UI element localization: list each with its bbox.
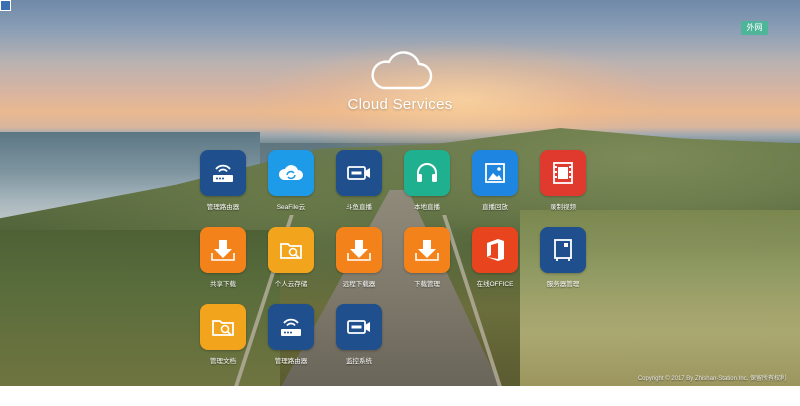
headphones-icon xyxy=(417,163,437,182)
app-label: 直播回放 xyxy=(482,204,508,211)
browser-favicon-icon xyxy=(0,0,11,11)
router-icon xyxy=(213,164,233,182)
app-download-manager[interactable]: 下载管理 xyxy=(396,227,458,288)
app-label: 远程下载器 xyxy=(342,281,376,288)
app-tile xyxy=(404,150,450,196)
video-camera-icon xyxy=(347,320,370,334)
app-monitoring-system[interactable]: 监控系统 xyxy=(328,304,390,365)
app-seafile-cloud[interactable]: SeaFile云 xyxy=(260,150,322,211)
router-icon xyxy=(281,318,301,336)
app-douyu-live[interactable]: 斗鱼直播 xyxy=(328,150,390,211)
cloud-logo-icon xyxy=(371,51,433,90)
video-camera-icon xyxy=(347,166,370,180)
app-manage-router-2[interactable]: 管理路由器 xyxy=(260,304,322,365)
app-label: 本地直播 xyxy=(414,204,440,211)
cloud-sync-icon xyxy=(278,165,303,180)
app-tile xyxy=(200,304,246,350)
app-tile xyxy=(472,150,518,196)
app-label: 共享下载 xyxy=(210,281,236,288)
app-tile xyxy=(540,150,586,196)
app-tile xyxy=(200,150,246,196)
external-network-button[interactable]: 外网 xyxy=(741,21,768,35)
app-label: 个人云存储 xyxy=(274,281,308,288)
app-personal-cloud-storage[interactable]: 个人云存储 xyxy=(260,227,322,288)
download-icon xyxy=(347,240,371,261)
app-label: 管理路由器 xyxy=(206,204,240,211)
app-tile xyxy=(200,227,246,273)
app-label: 服务器管理 xyxy=(546,281,580,288)
app-label: 管理文档 xyxy=(210,358,236,365)
copyright-text: Copyright © 2017 By Zhishan-Station Inc.… xyxy=(637,376,786,382)
app-tile xyxy=(268,150,314,196)
page-title: Cloud Services xyxy=(347,96,453,113)
film-icon xyxy=(553,162,573,184)
app-manage-router[interactable]: 管理路由器 xyxy=(192,150,254,211)
folder-search-icon xyxy=(280,243,302,259)
app-manage-documents[interactable]: 管理文档 xyxy=(192,304,254,365)
app-tile xyxy=(336,304,382,350)
app-live-replay[interactable]: 直播回放 xyxy=(464,150,526,211)
app-remote-downloader[interactable]: 远程下载器 xyxy=(328,227,390,288)
app-online-office[interactable]: 在线OFFICE xyxy=(464,227,526,288)
app-label: 在线OFFICE xyxy=(476,281,514,288)
image-icon xyxy=(485,163,505,183)
office-icon xyxy=(487,239,504,261)
app-label: 管理路由器 xyxy=(274,358,308,365)
download-icon xyxy=(415,240,439,261)
app-tile xyxy=(472,227,518,273)
app-tile xyxy=(336,227,382,273)
app-tile xyxy=(540,227,586,273)
server-icon xyxy=(554,239,572,261)
app-label: 斗鱼直播 xyxy=(346,204,372,211)
app-label: 录制视频 xyxy=(550,204,576,211)
app-tile xyxy=(404,227,450,273)
folder-search-icon xyxy=(212,320,234,336)
app-tile xyxy=(268,227,314,273)
download-icon xyxy=(211,240,235,261)
app-tile xyxy=(268,304,314,350)
app-label: 下载管理 xyxy=(414,281,440,288)
app-server-management[interactable]: 服务器管理 xyxy=(532,227,594,288)
app-label: SeaFile云 xyxy=(276,204,306,211)
app-tile xyxy=(336,150,382,196)
app-record-video[interactable]: 录制视频 xyxy=(532,150,594,211)
app-shared-download[interactable]: 共享下载 xyxy=(192,227,254,288)
app-local-live[interactable]: 本地直播 xyxy=(396,150,458,211)
app-label: 监控系统 xyxy=(346,358,372,365)
